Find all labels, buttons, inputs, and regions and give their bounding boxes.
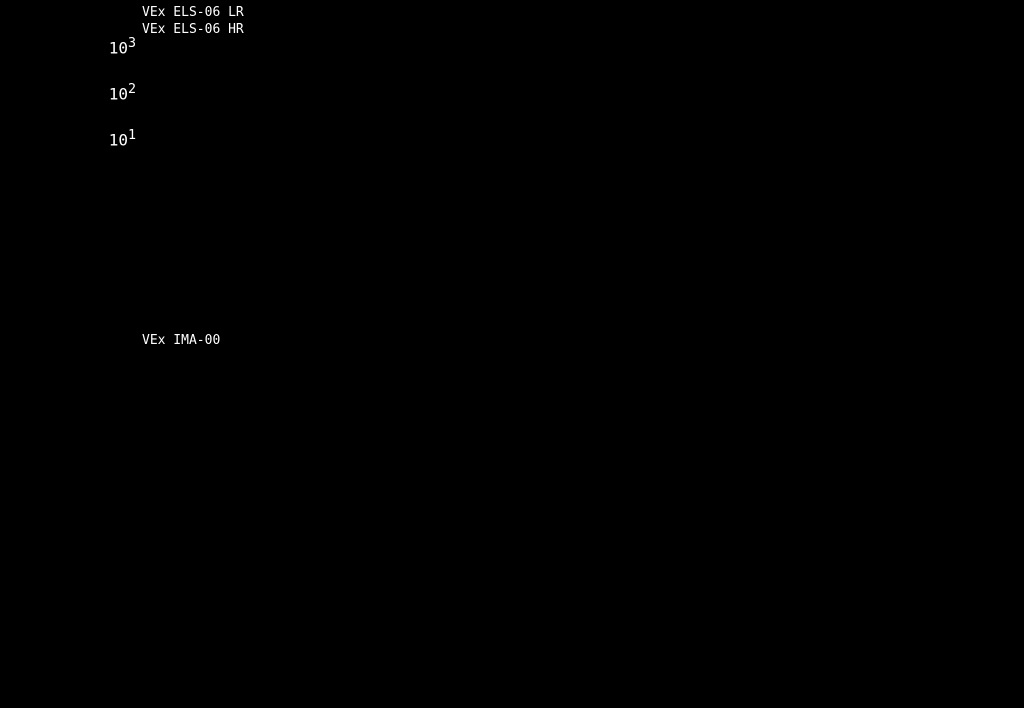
ima-spectrogram-canvas	[140, 352, 712, 490]
els-spectrogram-canvas	[140, 42, 712, 180]
vex-quicklook-plot-page: VEx ELS-06 LR VEx ELS-06 HR VEx IMA-00 1…	[0, 0, 1024, 708]
intensity-bfield-lineplot-canvas	[140, 186, 712, 322]
def-colorbar-canvas	[860, 356, 875, 488]
y-tick-label: 102	[108, 81, 136, 104]
ei-colorbar-canvas	[878, 44, 893, 172]
panel1-title-line1: VEx ELS-06 LR	[142, 5, 244, 20]
y-tick-label: 103	[108, 36, 136, 58]
y-tick-label: 101	[108, 128, 136, 150]
panel1-title-line2: VEx ELS-06 HR	[142, 22, 244, 37]
panel3-title: VEx IMA-00	[142, 333, 221, 348]
altitude-sza-lineplot-canvas	[140, 505, 712, 635]
